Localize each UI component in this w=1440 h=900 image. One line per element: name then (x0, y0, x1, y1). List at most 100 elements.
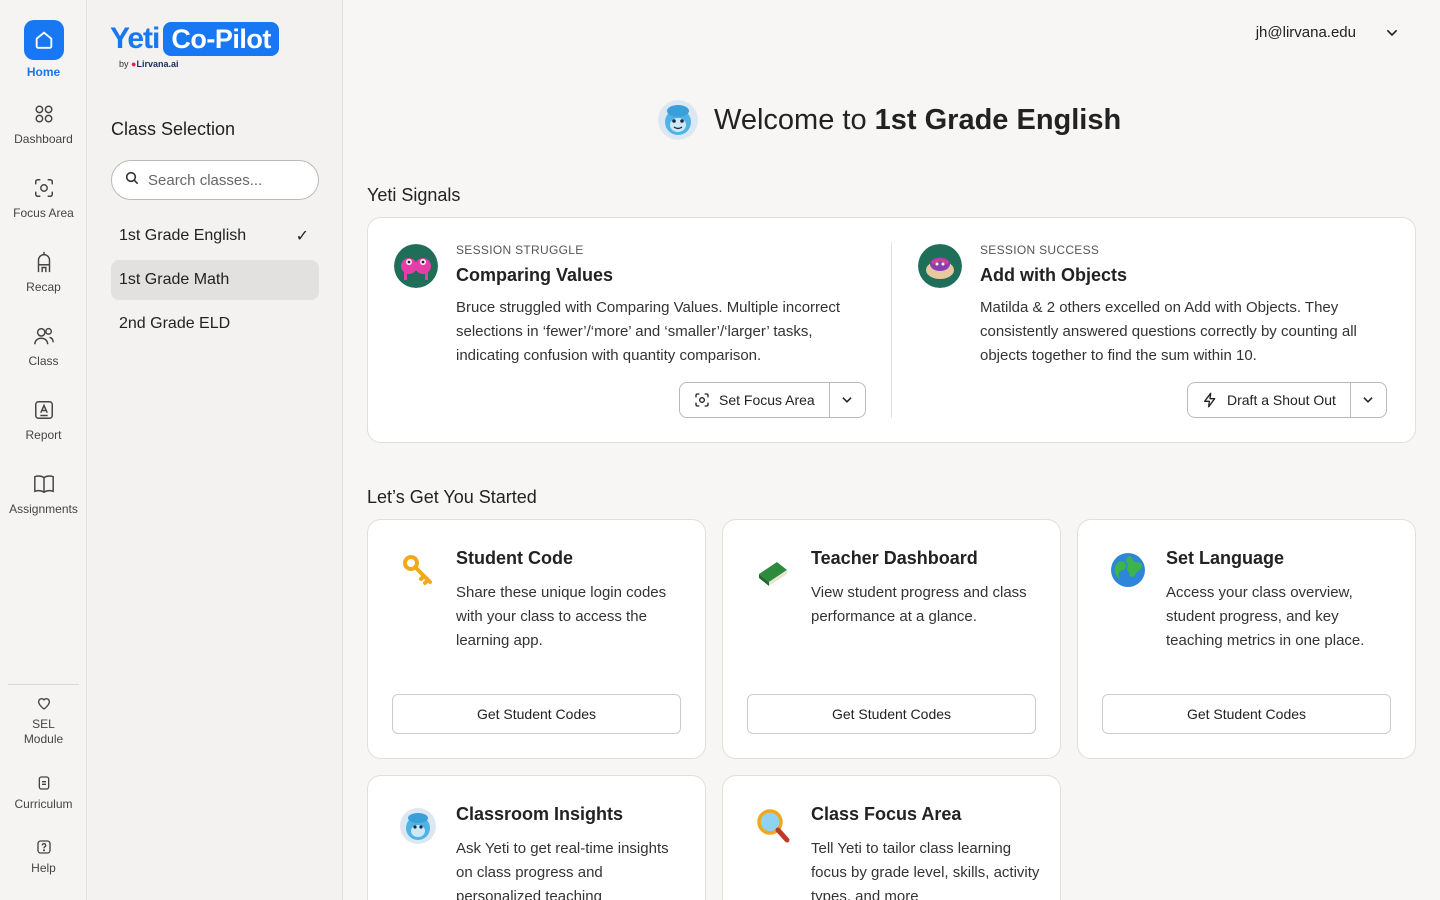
welcome-prefix: Welcome to (714, 103, 875, 136)
help-icon (33, 836, 55, 858)
card-title: Teacher Dashboard (811, 548, 978, 568)
yeti-signals-card: SESSION STRUGGLE Comparing Values Bruce … (367, 217, 1416, 443)
rail-item-recap[interactable]: Recap (0, 250, 87, 295)
report-icon (32, 398, 56, 422)
logo-by-brand: Lirvana.ai (136, 59, 179, 69)
card-classroom-insights: Classroom Insights Ask Yeti to get real-… (367, 775, 706, 900)
card-class-focus-area: Class Focus Area Tell Yeti to tailor cla… (722, 775, 1061, 900)
class-item-label: 2nd Grade ELD (119, 315, 231, 332)
heart-icon (33, 692, 55, 714)
rail-label-dashboard: Dashboard (14, 132, 73, 146)
grid-icon (32, 102, 56, 126)
rail-label-help: Help (31, 861, 56, 875)
card-student-code: Student Code Share these unique login co… (367, 519, 706, 759)
magnifier-icon (757, 809, 790, 843)
card-set-language: Set Language Access your class overview,… (1077, 519, 1416, 759)
document-icon (33, 772, 55, 794)
get-started-title: Let’s Get You Started (367, 487, 537, 507)
user-email[interactable]: jh@lirvana.edu (1256, 24, 1356, 41)
rail-label-assignments: Assignments (9, 502, 78, 516)
checkmark-icon: ✓ (295, 228, 309, 245)
logo-by-text: by (119, 59, 129, 69)
focus-icon (695, 393, 709, 407)
draft-shout-out-label: Draft a Shout Out (1227, 392, 1336, 408)
get-student-codes-button[interactable]: Get Student Codes (747, 694, 1036, 734)
set-focus-area-dropdown[interactable] (828, 383, 865, 417)
left-nav-rail: Home Dashboard Focus Area Recap Class Re… (0, 0, 87, 900)
rail-label-curriculum: Curriculum (14, 797, 73, 811)
card-title: Classroom Insights (456, 804, 624, 824)
rail-divider (8, 684, 79, 685)
rail-label-recap: Recap (26, 280, 61, 294)
home-icon (23, 20, 64, 60)
green-book-icon (759, 562, 787, 586)
rail-item-dashboard[interactable]: Dashboard (0, 102, 87, 147)
logo-yeti-text: Yeti (110, 22, 160, 55)
users-icon (32, 324, 56, 348)
rail-label-sel-module: SEL Module (23, 717, 64, 746)
class-item-label: 1st Grade English (119, 227, 247, 244)
draft-shout-out-button[interactable]: Draft a Shout Out (1188, 383, 1350, 417)
rail-label-home: Home (26, 65, 61, 79)
card-title: Set Language (1166, 548, 1285, 568)
card-title: Student Code (456, 548, 573, 568)
rail-label-class: Class (28, 354, 59, 368)
key-icon (403, 555, 432, 585)
class-item-1st-grade-english[interactable]: 1st Grade English ✓ (111, 216, 319, 256)
recap-icon (32, 250, 56, 274)
globe-icon (1111, 553, 1145, 587)
card-title: Class Focus Area (811, 804, 962, 824)
signal-kicker: SESSION STRUGGLE (456, 243, 584, 257)
class-item-label: 1st Grade Math (119, 271, 230, 288)
get-student-codes-button[interactable]: Get Student Codes (1102, 694, 1391, 734)
get-student-codes-button[interactable]: Get Student Codes (392, 694, 681, 734)
main-content: jh@lirvana.edu Welcome to 1st Grade Engl… (343, 0, 1440, 900)
set-focus-area-label: Set Focus Area (719, 392, 815, 408)
signal-title: Add with Objects (980, 265, 1128, 285)
set-focus-area-split-button: Set Focus Area (679, 382, 866, 418)
rail-item-help[interactable]: Help (0, 836, 87, 876)
signal-struggle: SESSION STRUGGLE Comparing Values Bruce … (368, 218, 868, 444)
welcome-heading: Welcome to 1st Grade English (658, 100, 1121, 140)
struggle-creature-icon (394, 244, 438, 288)
rail-item-focus-area[interactable]: Focus Area (0, 176, 87, 221)
yeti-icon (400, 808, 436, 844)
signal-success: SESSION SUCCESS Add with Objects Matilda… (892, 218, 1392, 444)
rail-item-class[interactable]: Class (0, 324, 87, 369)
class-search[interactable] (111, 160, 319, 200)
class-selection-title: Class Selection (111, 119, 236, 139)
app-logo[interactable]: Yeti Co-Pilot (110, 22, 279, 56)
rail-item-report[interactable]: Report (0, 398, 87, 443)
class-search-input[interactable] (148, 171, 308, 189)
signal-description: Matilda & 2 others excelled on Add with … (980, 299, 1357, 364)
rail-label-report: Report (25, 428, 62, 442)
chevron-down-icon (842, 397, 852, 403)
logo-byline: by ●Lirvana.ai (119, 59, 179, 69)
yeti-signals-title: Yeti Signals (367, 185, 461, 205)
chevron-down-icon (1363, 397, 1374, 403)
rail-item-home[interactable]: Home (0, 20, 87, 80)
chevron-down-icon[interactable] (1384, 25, 1400, 46)
card-description: Tell Yeti to tailor class learning focus… (811, 840, 1040, 900)
rail-item-assignments[interactable]: Assignments (0, 472, 87, 517)
class-item-2nd-grade-eld[interactable]: 2nd Grade ELD (111, 304, 319, 344)
class-item-1st-grade-math[interactable]: 1st Grade Math (111, 260, 319, 300)
welcome-class-name: 1st Grade English (874, 103, 1122, 136)
search-icon (124, 170, 140, 191)
set-focus-area-button[interactable]: Set Focus Area (680, 383, 829, 417)
welcome-title: Welcome to 1st Grade English (714, 104, 1121, 137)
rail-item-curriculum[interactable]: Curriculum (0, 772, 87, 812)
rail-item-sel-module[interactable]: SEL Module (0, 692, 87, 747)
success-creature-icon (918, 244, 962, 288)
lightning-icon (1204, 392, 1216, 408)
focus-icon (32, 176, 56, 200)
book-icon (32, 472, 56, 496)
draft-shout-out-dropdown[interactable] (1349, 383, 1386, 417)
card-description: View student progress and class performa… (811, 584, 1027, 625)
signal-description: Bruce struggled with Comparing Values. M… (456, 299, 841, 364)
yeti-avatar-icon (658, 100, 698, 140)
draft-shout-out-split-button: Draft a Shout Out (1187, 382, 1387, 418)
signal-title: Comparing Values (456, 265, 614, 285)
logo-copilot-text: Co-Pilot (163, 22, 279, 56)
rail-label-focus-area: Focus Area (13, 206, 74, 220)
